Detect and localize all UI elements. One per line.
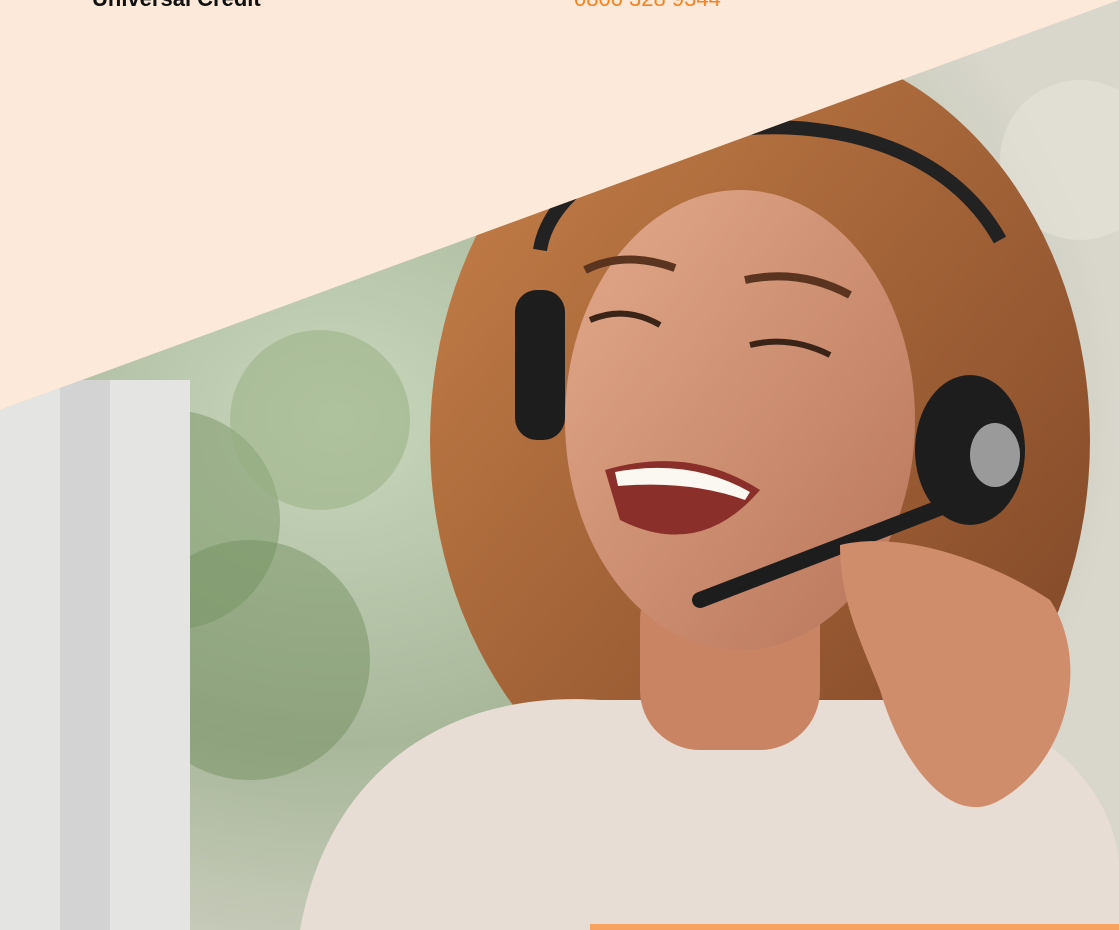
service-name: Universal Credit (92, 0, 261, 12)
contact-row: Universal Credit 0800 328 9344 (0, 0, 1119, 16)
accent-bar (590, 924, 1119, 930)
hero-photo (0, 0, 1119, 930)
phone-number-link[interactable]: 0800 328 9344 (574, 0, 721, 12)
